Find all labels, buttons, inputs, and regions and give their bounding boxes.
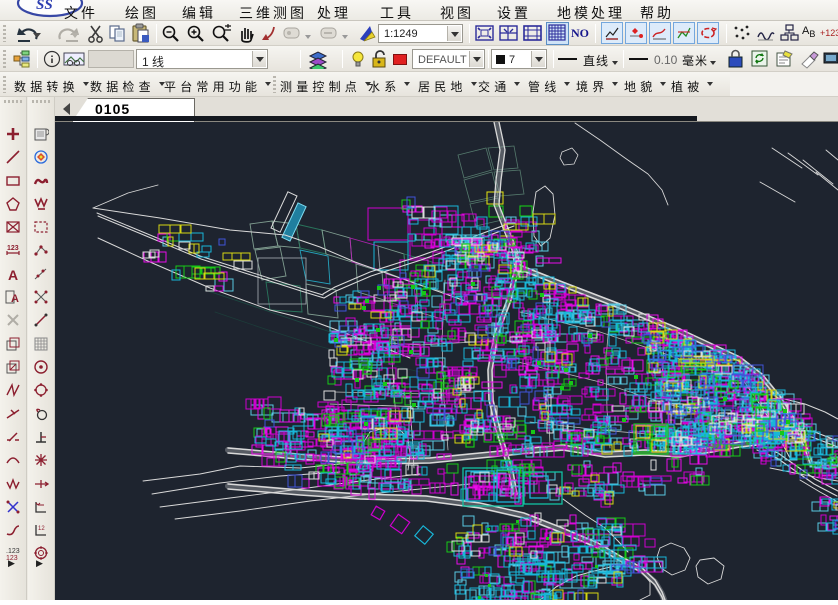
svg-text:SS: SS xyxy=(36,0,53,13)
svg-text:123: 123 xyxy=(7,245,19,252)
svg-text:A: A xyxy=(11,293,19,305)
svg-text:12: 12 xyxy=(38,526,45,532)
svg-text:A: A xyxy=(8,267,18,282)
svg-text:.123: .123 xyxy=(6,548,20,555)
